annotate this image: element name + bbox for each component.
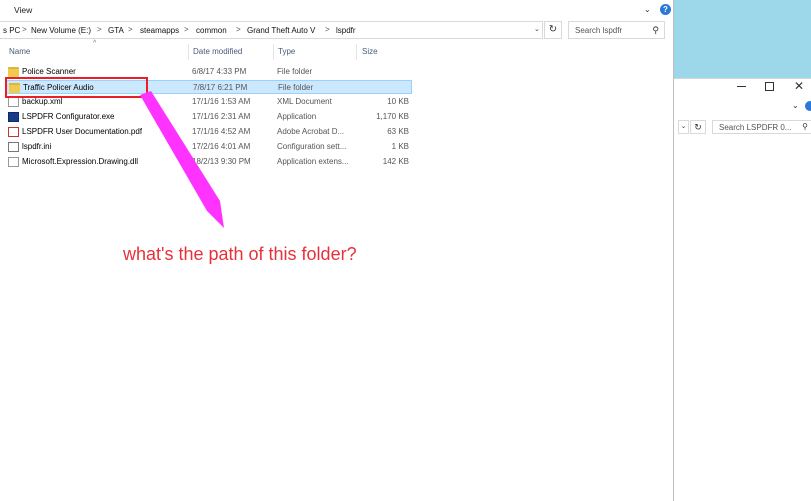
file-type: Adobe Acrobat D... (277, 127, 345, 136)
file-size: 1,170 KB (376, 112, 409, 121)
column-header-size[interactable]: Size (362, 47, 378, 56)
file-date: 17/2/16 4:01 AM (192, 142, 251, 151)
annotation-question: what's the path of this folder? (123, 244, 357, 264)
search-placeholder: Search lspdfr (575, 26, 623, 35)
file-type: Application (277, 112, 317, 121)
breadcrumb-common[interactable]: common (196, 26, 227, 35)
refresh-button[interactable]: ↻ (544, 21, 562, 39)
file-type: File folder (277, 67, 313, 76)
file-size: 142 KB (382, 157, 409, 166)
search-placeholder: Search LSPDFR 0... (719, 123, 792, 132)
file-row[interactable]: LSPDFR Configurator.exe 17/1/16 2:31 AM … (6, 110, 412, 124)
file-name: LSPDFR Configurator.exe (22, 112, 115, 121)
folder-icon (8, 67, 19, 77)
file-name: LSPDFR User Documentation.pdf (22, 127, 143, 136)
file-row[interactable]: Microsoft.Expression.Drawing.dll 18/2/13… (6, 155, 412, 169)
column-header-name[interactable]: Name (9, 47, 30, 56)
file-row[interactable]: lspdfr.ini 17/2/16 4:01 AM Configuration… (6, 140, 412, 154)
annotation-highlight-box (5, 77, 148, 98)
column-divider[interactable] (273, 44, 274, 60)
close-icon[interactable]: ✕ (794, 79, 804, 93)
breadcrumb-separator-icon[interactable]: > (97, 25, 102, 34)
file-date: 17/1/16 1:53 AM (192, 97, 251, 106)
breadcrumb-separator-icon[interactable]: > (325, 25, 330, 34)
column-header-date[interactable]: Date modified (193, 47, 242, 56)
column-header-type[interactable]: Type (278, 47, 295, 56)
breadcrumb-separator-icon[interactable]: > (184, 25, 189, 34)
help-icon[interactable]: ? (660, 4, 671, 15)
pdf-icon (8, 127, 19, 137)
breadcrumb-separator-icon[interactable]: > (128, 25, 133, 34)
address-history-dropdown-icon[interactable]: ⌄ (678, 120, 689, 134)
ribbon-expand-chevron-icon[interactable]: ⌄ (644, 5, 651, 14)
file-type: Configuration sett... (277, 142, 347, 151)
file-name: lspdfr.ini (22, 142, 52, 151)
file-type: File folder (278, 83, 314, 92)
column-divider[interactable] (356, 44, 357, 60)
file-explorer-window: View ⌄ ? s PC > New Volume (E:) > GTA > … (0, 0, 673, 501)
file-size: 1 KB (391, 142, 409, 151)
column-divider[interactable] (188, 44, 189, 60)
desktop-background (674, 0, 811, 78)
ribbon-tab-view[interactable]: View (14, 5, 32, 15)
maximize-icon[interactable] (765, 82, 774, 91)
file-date: 7/8/17 6:21 PM (193, 83, 248, 92)
refresh-button[interactable]: ↻ (690, 120, 706, 134)
file-name: Police Scanner (22, 67, 76, 76)
ribbon-bar: View ⌄ ? (0, 0, 673, 19)
file-date: 6/8/17 4:33 PM (192, 67, 247, 76)
address-bar[interactable]: s PC > New Volume (E:) > GTA > steamapps… (0, 21, 543, 39)
settings-file-icon (8, 142, 19, 152)
file-name: Microsoft.Expression.Drawing.dll (22, 157, 139, 166)
file-size: 10 KB (387, 97, 409, 106)
file-name: backup.xml (22, 97, 63, 106)
file-date: 17/1/16 2:31 AM (192, 112, 251, 121)
breadcrumb-steamapps[interactable]: steamapps (140, 26, 179, 35)
address-history-dropdown-icon[interactable]: ⌄ (534, 25, 540, 33)
dll-icon (8, 157, 19, 167)
file-size: 63 KB (387, 127, 409, 136)
breadcrumb-grand-theft-auto-v[interactable]: Grand Theft Auto V (247, 26, 315, 35)
minimize-icon[interactable] (737, 86, 746, 87)
file-row[interactable]: LSPDFR User Documentation.pdf 17/1/16 4:… (6, 125, 412, 139)
breadcrumb-gta[interactable]: GTA (108, 26, 124, 35)
search-input[interactable]: Search lspdfr ⚲ (568, 21, 665, 39)
help-icon[interactable] (805, 101, 811, 111)
sort-ascending-icon: ^ (93, 40, 97, 47)
file-type: Application extens... (277, 157, 349, 166)
breadcrumb-this-pc[interactable]: s PC (3, 26, 20, 35)
file-date: 17/1/16 4:52 AM (192, 127, 251, 136)
application-icon (8, 112, 19, 122)
search-icon: ⚲ (802, 122, 808, 131)
breadcrumb-separator-icon[interactable]: > (236, 25, 241, 34)
file-type: XML Document (277, 97, 332, 106)
search-input[interactable]: Search LSPDFR 0... ⚲ (712, 120, 811, 134)
breadcrumb-new-volume[interactable]: New Volume (E:) (31, 26, 91, 35)
breadcrumb-lspdfr[interactable]: lspdfr (336, 26, 356, 35)
breadcrumb-separator-icon[interactable]: > (22, 25, 27, 34)
search-icon: ⚲ (652, 25, 659, 35)
file-date: 18/2/13 9:30 PM (192, 157, 251, 166)
document-icon (8, 97, 19, 107)
second-explorer-window (674, 78, 811, 501)
ribbon-expand-chevron-icon[interactable]: ⌄ (792, 101, 799, 110)
